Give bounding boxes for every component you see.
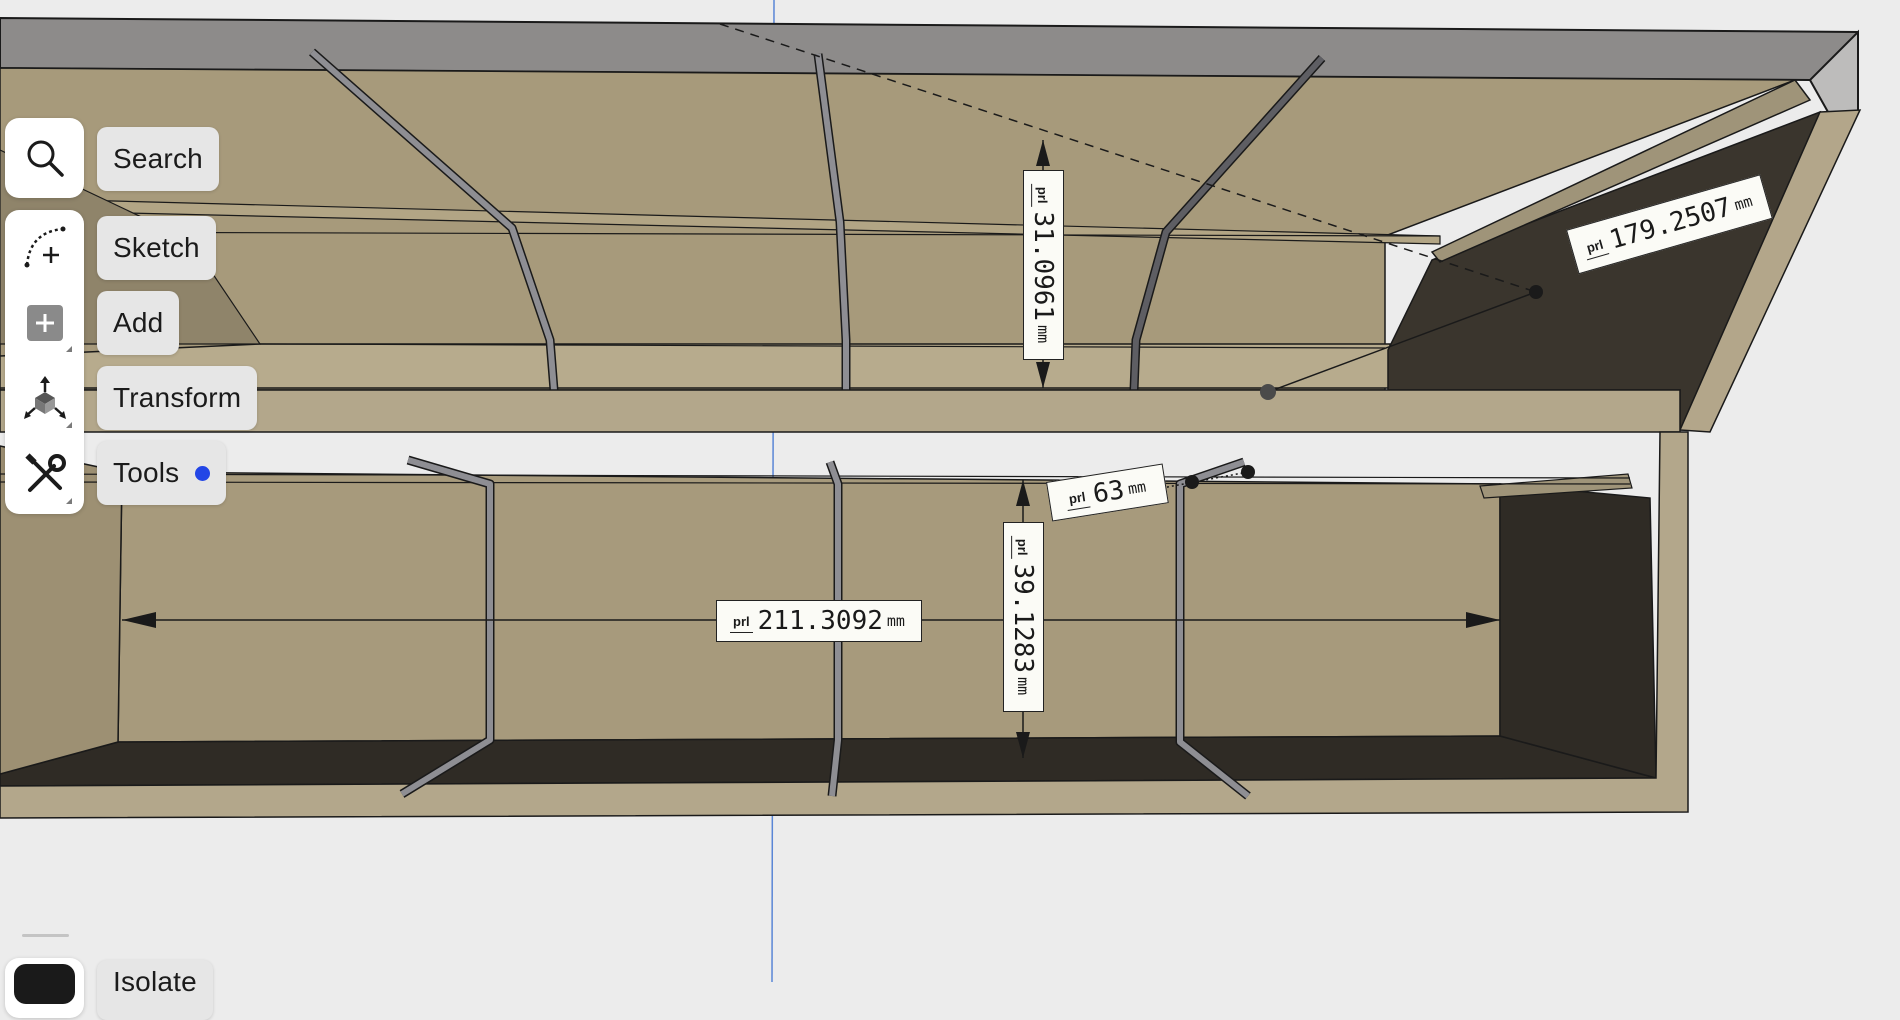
search-button[interactable]: Search xyxy=(97,127,219,191)
dimension-tag: prl xyxy=(730,613,753,633)
search-icon[interactable] xyxy=(5,121,84,195)
transform-menu-indicator xyxy=(66,422,72,428)
dimension-tag: prl xyxy=(1584,236,1605,256)
dimension-value: 63 xyxy=(1090,475,1127,510)
tools-menu-indicator xyxy=(66,498,72,504)
tools-button[interactable]: Tools xyxy=(97,441,227,505)
dimension-tag: prl xyxy=(1036,186,1052,204)
small-endpoint-a[interactable] xyxy=(1185,475,1199,489)
isolate-icon[interactable] xyxy=(5,958,84,1018)
dimension-value: 211.3092 xyxy=(757,606,883,636)
dimension-tag: prl xyxy=(1067,488,1087,507)
creation-tools-card xyxy=(5,210,84,514)
diagonal-endpoint-b[interactable] xyxy=(1260,384,1276,400)
tools-button-label: Tools xyxy=(113,457,180,488)
width-dimension[interactable]: prl 211.3092 mm xyxy=(716,600,922,642)
dimension-value: 39.1283 xyxy=(1008,563,1039,674)
toolbar-drag-handle[interactable] xyxy=(22,934,69,937)
notification-dot xyxy=(195,465,211,481)
lower-height-dimension[interactable]: prl 39.1283 mm xyxy=(1003,522,1044,712)
3d-viewport[interactable]: prl 31.0961 mm prl 179.2507 mm prl 211.3… xyxy=(0,0,1900,982)
add-menu-indicator xyxy=(66,346,72,352)
model-scene[interactable] xyxy=(0,0,1900,982)
dimension-tag: prl xyxy=(1016,538,1032,556)
upper-height-dimension[interactable]: prl 31.0961 mm xyxy=(1023,170,1064,360)
transform-icon[interactable] xyxy=(5,362,84,436)
isolate-button[interactable]: Isolate xyxy=(97,960,213,1020)
dimension-unit: mm xyxy=(1014,677,1033,696)
add-icon[interactable] xyxy=(5,286,84,360)
dimension-unit: mm xyxy=(1126,477,1148,499)
dimension-unit: mm xyxy=(1732,191,1755,215)
dimension-unit: mm xyxy=(1034,325,1053,344)
search-tool-card[interactable] xyxy=(5,118,84,198)
add-button[interactable]: Add xyxy=(97,291,180,355)
lower-right-wall xyxy=(1499,483,1657,779)
tools-icon[interactable] xyxy=(5,438,84,512)
transform-button[interactable]: Transform xyxy=(97,366,258,430)
small-endpoint-b[interactable] xyxy=(1241,465,1255,479)
isolate-icon-glyph xyxy=(14,964,75,1004)
sketch-icon[interactable] xyxy=(5,210,84,284)
diagonal-endpoint-a[interactable] xyxy=(1529,285,1543,299)
dimension-unit: mm xyxy=(886,612,905,630)
sketch-button[interactable]: Sketch xyxy=(97,216,216,280)
dimension-value: 31.0961 xyxy=(1028,211,1059,322)
